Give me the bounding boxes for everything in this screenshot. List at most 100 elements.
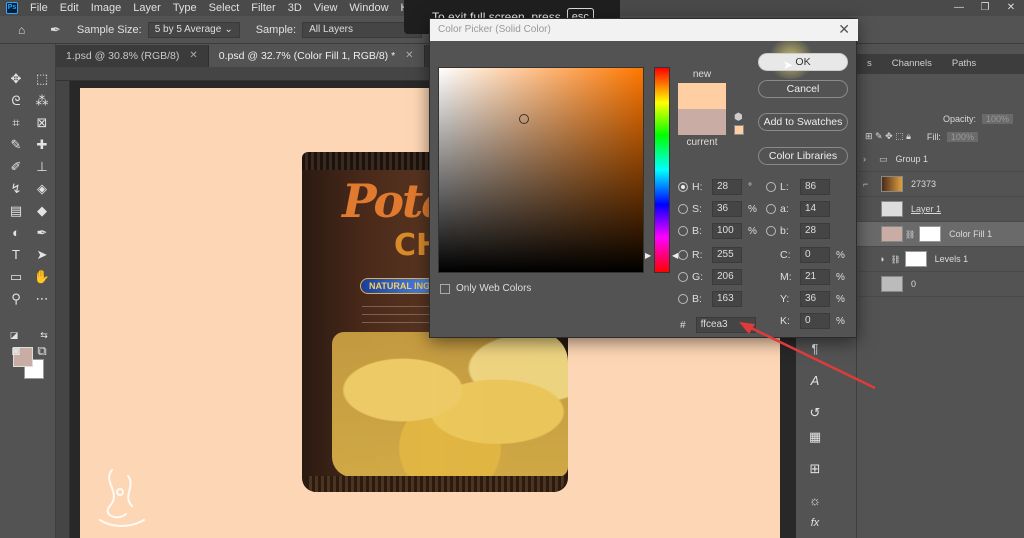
lab-a-radio[interactable]: [766, 204, 776, 214]
quick-select-tool-icon[interactable]: ⁂: [32, 92, 52, 110]
learn-bulb-icon[interactable]: ☼: [806, 492, 824, 510]
stamp-tool-icon[interactable]: ⊥: [32, 158, 52, 176]
layer-row-0[interactable]: 0: [857, 272, 1024, 297]
crop-tool-icon[interactable]: ⌗: [6, 114, 26, 132]
history-brush-icon[interactable]: ↯: [6, 180, 26, 198]
menu-filter[interactable]: Filter: [245, 0, 281, 16]
saturation-field[interactable]: 36: [712, 201, 742, 217]
lab-l-field[interactable]: 86: [800, 179, 830, 195]
saturation-brightness-field[interactable]: [438, 67, 644, 273]
menu-type[interactable]: Type: [167, 0, 203, 16]
close-icon[interactable]: ✕: [998, 0, 1024, 16]
zoom-tool-icon[interactable]: ⚲: [6, 290, 26, 308]
ok-button[interactable]: OK: [758, 53, 848, 71]
layer-mask-thumbnail[interactable]: [904, 251, 927, 267]
hue-field[interactable]: 28: [712, 179, 742, 195]
hue-slider[interactable]: [654, 67, 670, 273]
screen-mode-icon[interactable]: ⧉: [32, 342, 52, 360]
layer-row-levels-1[interactable]: ◑ ⛓ Levels 1: [857, 247, 1024, 272]
lab-a-field[interactable]: 14: [800, 201, 830, 217]
menu-layer[interactable]: Layer: [127, 0, 167, 16]
eyedropper-tool-icon[interactable]: ✎: [6, 136, 26, 154]
color-field-cursor[interactable]: [519, 114, 529, 124]
move-tool-icon[interactable]: ✥: [6, 70, 26, 88]
eyedropper-preset-icon[interactable]: ✒: [50, 22, 61, 38]
menu-edit[interactable]: Edit: [54, 0, 85, 16]
menu-window[interactable]: Window: [343, 0, 394, 16]
menu-image[interactable]: Image: [85, 0, 128, 16]
eraser-tool-icon[interactable]: ◈: [32, 180, 52, 198]
close-icon[interactable]: ✕: [838, 21, 850, 38]
menu-view[interactable]: View: [308, 0, 344, 16]
sample-size-select[interactable]: 5 by 5 Average ⌄: [147, 21, 240, 38]
gradient-panel-icon[interactable]: ▦: [806, 428, 824, 446]
yellow-field[interactable]: 36: [800, 291, 830, 307]
restore-icon[interactable]: ❐: [972, 0, 998, 16]
tab-1-psd[interactable]: 1.psd @ 30.8% (RGB/8) ✕: [56, 45, 209, 67]
only-web-colors-option[interactable]: Only Web Colors: [440, 283, 531, 294]
menu-select[interactable]: Select: [203, 0, 246, 16]
red-radio[interactable]: [678, 250, 688, 260]
lasso-tool-icon[interactable]: ᘓ: [6, 92, 26, 110]
brightness-field[interactable]: 100: [712, 223, 742, 239]
layer-row-layer-1[interactable]: Layer 1: [857, 197, 1024, 222]
frame-tool-icon[interactable]: ⊠: [32, 114, 52, 132]
blur-tool-icon[interactable]: ◆: [32, 202, 52, 220]
red-field[interactable]: 255: [712, 247, 742, 263]
path-select-icon[interactable]: ➤: [32, 246, 52, 264]
only-web-colors-checkbox[interactable]: [440, 283, 450, 294]
brush-tool-icon[interactable]: ✐: [6, 158, 26, 176]
fx-icon[interactable]: fx: [806, 514, 824, 532]
layer-row-27373[interactable]: ⌐ 27373: [857, 172, 1024, 197]
lock-icons[interactable]: ⊞ ✎ ✥ ⬚ 🔒︎: [865, 131, 911, 142]
minimize-icon[interactable]: —: [946, 0, 972, 16]
brightness-radio[interactable]: [678, 226, 688, 236]
hue-radio[interactable]: [678, 182, 688, 192]
dodge-tool-icon[interactable]: ◐: [6, 224, 26, 242]
swatches-grid-icon[interactable]: ⊞: [806, 460, 824, 478]
layer-mask-thumbnail[interactable]: [919, 226, 942, 242]
layer-row-color-fill-1[interactable]: ⛓ Color Fill 1: [857, 222, 1024, 247]
gamut-swatch[interactable]: [734, 125, 744, 135]
quick-mask-icon[interactable]: ◙: [6, 342, 26, 360]
menu-3d[interactable]: 3D: [282, 0, 308, 16]
blue-radio[interactable]: [678, 294, 688, 304]
chevron-right-icon[interactable]: ›: [863, 154, 875, 164]
opacity-value[interactable]: 100%: [982, 113, 1014, 124]
current-color-swatch[interactable]: [678, 109, 726, 135]
tab-channels[interactable]: Channels: [882, 54, 942, 74]
cancel-button[interactable]: Cancel: [758, 80, 848, 98]
lab-l-radio[interactable]: [766, 182, 776, 192]
tab-paths[interactable]: Paths: [942, 54, 986, 74]
healing-brush-icon[interactable]: ✚: [32, 136, 52, 154]
cyan-field[interactable]: 0: [800, 247, 830, 263]
close-icon[interactable]: ✕: [189, 45, 197, 67]
lab-b-radio[interactable]: [766, 226, 776, 236]
dialog-titlebar[interactable]: Color Picker (Solid Color) ✕: [430, 19, 858, 41]
lab-b-field[interactable]: 28: [800, 223, 830, 239]
add-to-swatches-button[interactable]: Add to Swatches: [758, 113, 848, 131]
gradient-tool-icon[interactable]: ▤: [6, 202, 26, 220]
green-radio[interactable]: [678, 272, 688, 282]
more-tools-icon[interactable]: ⋯: [32, 290, 52, 308]
type-tool-icon[interactable]: T: [6, 246, 26, 264]
magenta-field[interactable]: 21: [800, 269, 830, 285]
close-icon[interactable]: ✕: [405, 45, 413, 67]
green-field[interactable]: 206: [712, 269, 742, 285]
blue-field[interactable]: 163: [712, 291, 742, 307]
out-of-gamut-cube-icon[interactable]: ⬢: [734, 113, 744, 123]
fill-thumbnail[interactable]: [881, 226, 903, 242]
marquee-tool-icon[interactable]: ⬚: [32, 70, 52, 88]
saturation-radio[interactable]: [678, 204, 688, 214]
history-icon[interactable]: ↺: [806, 404, 824, 422]
color-libraries-button[interactable]: Color Libraries: [758, 147, 848, 165]
tab-0-psd[interactable]: 0.psd @ 32.7% (Color Fill 1, RGB/8) * ✕: [208, 45, 425, 67]
rectangle-tool-icon[interactable]: ▭: [6, 268, 26, 286]
tab-layers[interactable]: s: [857, 54, 882, 74]
hand-tool-icon[interactable]: ✋: [32, 268, 52, 286]
fill-value[interactable]: 100%: [946, 131, 978, 142]
layer-row-group-1[interactable]: › ▭ Group 1: [857, 147, 1024, 172]
home-icon[interactable]: ⌂: [18, 23, 32, 37]
menu-file[interactable]: File: [24, 0, 54, 16]
hue-slider-left-arrow-icon[interactable]: ▶: [645, 251, 651, 260]
